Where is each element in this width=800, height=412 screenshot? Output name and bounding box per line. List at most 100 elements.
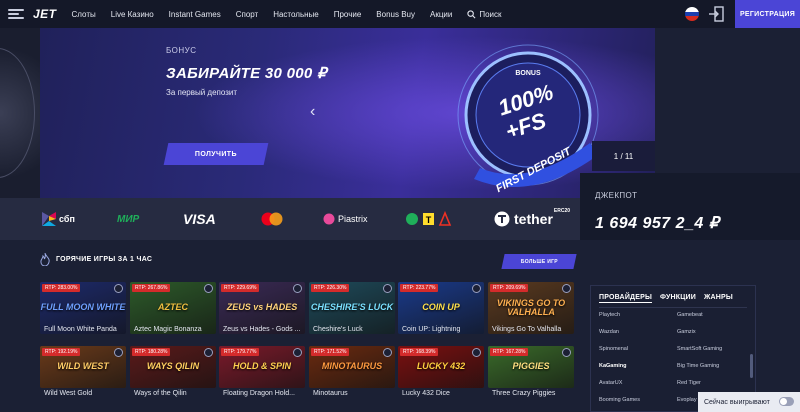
nav-search[interactable]: Поиск — [467, 9, 502, 19]
provider-item[interactable]: Booming Games — [599, 397, 640, 412]
menu-icon[interactable] — [8, 9, 24, 19]
badge-top: BONUS — [515, 70, 541, 77]
roulette-decoration — [0, 28, 40, 198]
first-deposit-badge: BONUS 100% +FS FIRST DEPOSIT — [457, 44, 599, 193]
provider-chip-icon — [383, 348, 392, 357]
provider-chip-icon — [204, 284, 213, 293]
login-icon[interactable] — [707, 5, 725, 23]
providers-scrollbar[interactable] — [750, 354, 753, 378]
tab-providers[interactable]: ПРОВАЙДЕРЫ — [599, 294, 653, 303]
nav-slots[interactable]: Слоты — [72, 10, 96, 19]
provider-chip-icon — [293, 348, 302, 357]
tab-genres[interactable]: ЖАНРЫ — [704, 294, 733, 303]
ru-flag-icon[interactable] — [685, 7, 699, 21]
main-nav: Слоты Live Казино Instant Games Спорт На… — [72, 10, 517, 19]
nav-promotions[interactable]: Акции — [430, 10, 452, 19]
rtp-badge: RTP: 223.77% — [400, 284, 439, 292]
game-title[interactable]: Lucky 432 Dice — [402, 390, 450, 397]
game-title[interactable]: Three Crazy Piggies — [492, 390, 555, 397]
rtp-badge: RTP: 179.77% — [221, 348, 260, 356]
provider-chip-icon — [204, 348, 213, 357]
provider-item[interactable]: Playtech — [599, 312, 640, 329]
tether-erc20: ERC20 — [553, 208, 571, 214]
nav-search-label: Поиск — [479, 9, 502, 19]
provider-item[interactable]: KaGaming — [599, 363, 640, 380]
provider-chip-icon — [562, 348, 571, 357]
nav-bonus-buy[interactable]: Bonus Buy — [376, 10, 415, 19]
piastrix-icon — [323, 213, 335, 225]
now-winning-toggle[interactable] — [779, 397, 794, 406]
rtp-badge: RTP: 283.00% — [42, 284, 81, 292]
banner-subtitle: За первый депозит — [166, 88, 238, 97]
game-title[interactable]: Minotaurus — [313, 390, 348, 397]
game-tile[interactable]: HOLD & SPIN RTP: 179.77% — [219, 346, 305, 388]
game-title[interactable]: Ways of the Qilin — [134, 390, 187, 397]
hot-games-header: ГОРЯЧИЕ ИГРЫ ЗА 1 ЧАС — [40, 253, 152, 266]
provider-item[interactable]: Big Time Gaming — [677, 363, 722, 380]
payment-tether: tether ERC20 — [494, 208, 571, 228]
tab-features[interactable]: ФУНКЦИИ — [660, 294, 696, 303]
nav-sport[interactable]: Спорт — [236, 10, 259, 19]
hot-games-title: ГОРЯЧИЕ ИГРЫ ЗА 1 ЧАС — [56, 256, 153, 263]
provider-item[interactable]: Wazdan — [599, 329, 640, 346]
more-games-button[interactable]: БОЛЬШЕ ИГР — [501, 254, 577, 269]
now-winning-label: Сейчас выигрывают — [704, 398, 770, 406]
rtp-badge: RTP: 168.39% — [400, 348, 439, 356]
game-title[interactable]: Cheshire's Luck — [313, 326, 363, 333]
banner-label: БОНУС — [166, 46, 197, 55]
nav-instant-games[interactable]: Instant Games — [169, 10, 221, 19]
slide-counter: 1 / 11 — [592, 141, 655, 171]
provider-item[interactable]: Gamzix — [677, 329, 722, 346]
payment-methods: сбп МИР VISA Piastrix Т tether ERC20 — [0, 198, 580, 240]
sbp-icon — [42, 212, 56, 226]
game-title[interactable]: Zeus vs Hades - Gods ... — [223, 326, 300, 333]
banner-title: ЗАБИРАЙТЕ 30 000 ₽ — [166, 65, 327, 82]
provider-chip-icon — [383, 284, 392, 293]
rtp-badge: RTP: 267.86% — [132, 284, 171, 292]
top-header: JET Слоты Live Казино Instant Games Спор… — [0, 0, 800, 28]
provider-item[interactable]: SmartSoft Gaming — [677, 346, 722, 363]
nav-live-casino[interactable]: Live Казино — [111, 10, 154, 19]
game-tile[interactable]: LUCKY 432 RTP: 168.39% — [398, 346, 484, 388]
register-button[interactable]: РЕГИСТРАЦИЯ — [735, 0, 800, 28]
payment-sbp: сбп — [42, 210, 75, 228]
jackpot-panel: ДЖЕКПОТ 1 694 957 2_4 ₽ — [580, 173, 800, 240]
jackpot-label: ДЖЕКПОТ — [595, 191, 638, 200]
more-games-label: БОЛЬШЕ ИГР — [520, 258, 558, 265]
game-title[interactable]: Vikings Go To Valhalla — [492, 326, 561, 333]
providers-column-left: Playtech Wazdan Spinomenal KaGaming Avat… — [599, 312, 640, 412]
provider-chip-icon — [562, 284, 571, 293]
game-tile[interactable]: MINOTAURUS RTP: 171.52% — [309, 346, 395, 388]
game-title[interactable]: Coin UP: Lightning — [402, 326, 460, 333]
svg-text:Т: Т — [426, 215, 432, 225]
provider-item[interactable]: AvatarUX — [599, 380, 640, 397]
provider-item[interactable]: Spinomenal — [599, 346, 640, 363]
game-tile[interactable]: WILD WEST RTP: 192.19% — [40, 346, 126, 388]
logo[interactable]: JET — [33, 7, 57, 21]
payment-tbank: Т — [405, 210, 455, 228]
promo-banner[interactable]: БОНУС ЗАБИРАЙТЕ 30 000 ₽ За первый депоз… — [40, 28, 655, 198]
game-title[interactable]: Full Moon White Panda — [44, 326, 117, 333]
provider-chip-icon — [114, 348, 123, 357]
divider — [599, 307, 747, 308]
game-title[interactable]: Wild West Gold — [44, 390, 92, 397]
nav-table[interactable]: Настольные — [273, 10, 319, 19]
rtp-badge: RTP: 209.69% — [490, 284, 529, 292]
provider-chip-icon — [472, 284, 481, 293]
game-title[interactable]: Aztec Magic Bonanza — [134, 326, 202, 333]
rtp-badge: RTP: 180.28% — [132, 348, 171, 356]
providers-tabs: ПРОВАЙДЕРЫ ФУНКЦИИ ЖАНРЫ — [599, 294, 741, 303]
rtp-badge: RTP: 171.52% — [311, 348, 350, 356]
game-tile[interactable]: PIGGIES RTP: 167.28% — [488, 346, 574, 388]
rtp-badge: RTP: 167.28% — [490, 348, 529, 356]
game-tile[interactable]: WAYS QILIN RTP: 180.28% — [130, 346, 216, 388]
rtp-badge: RTP: 192.19% — [42, 348, 81, 356]
game-title[interactable]: Floating Dragon Hold... — [223, 390, 295, 397]
provider-chip-icon — [293, 284, 302, 293]
provider-item[interactable]: Gamebeat — [677, 312, 722, 329]
search-icon — [467, 9, 476, 18]
get-bonus-label: ПОЛУЧИТЬ — [194, 150, 238, 158]
get-bonus-button[interactable]: ПОЛУЧИТЬ — [163, 143, 269, 165]
nav-other[interactable]: Прочие — [334, 10, 362, 19]
chevron-left-icon[interactable]: ‹ — [310, 104, 315, 120]
